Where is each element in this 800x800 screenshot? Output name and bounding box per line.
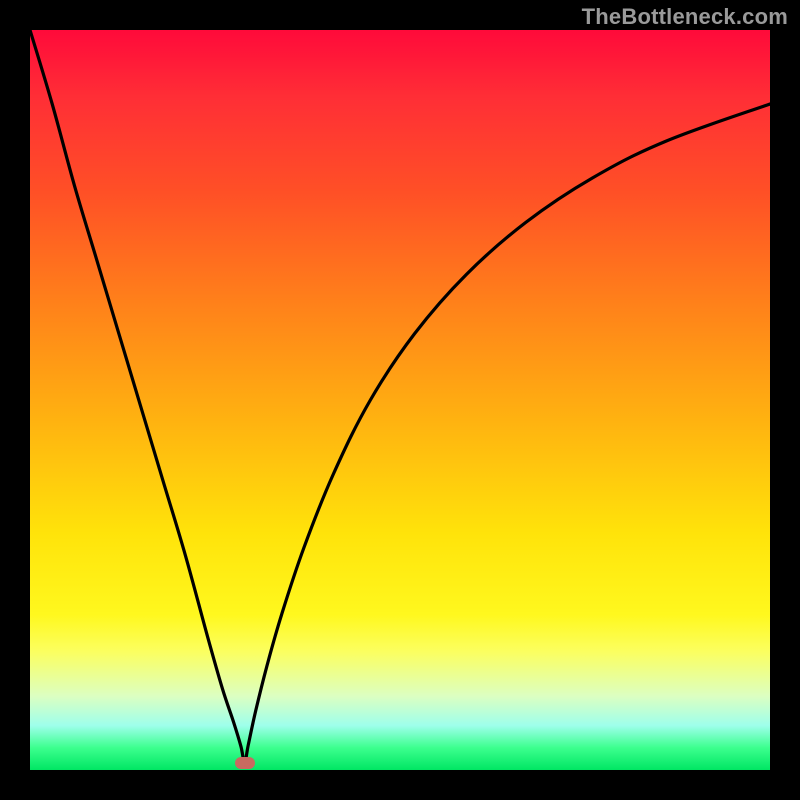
minimum-marker: [235, 757, 255, 769]
bottleneck-curve: [30, 30, 770, 763]
chart-frame: TheBottleneck.com: [0, 0, 800, 800]
plot-area: [30, 30, 770, 770]
watermark-text: TheBottleneck.com: [582, 4, 788, 30]
curve-layer: [30, 30, 770, 770]
